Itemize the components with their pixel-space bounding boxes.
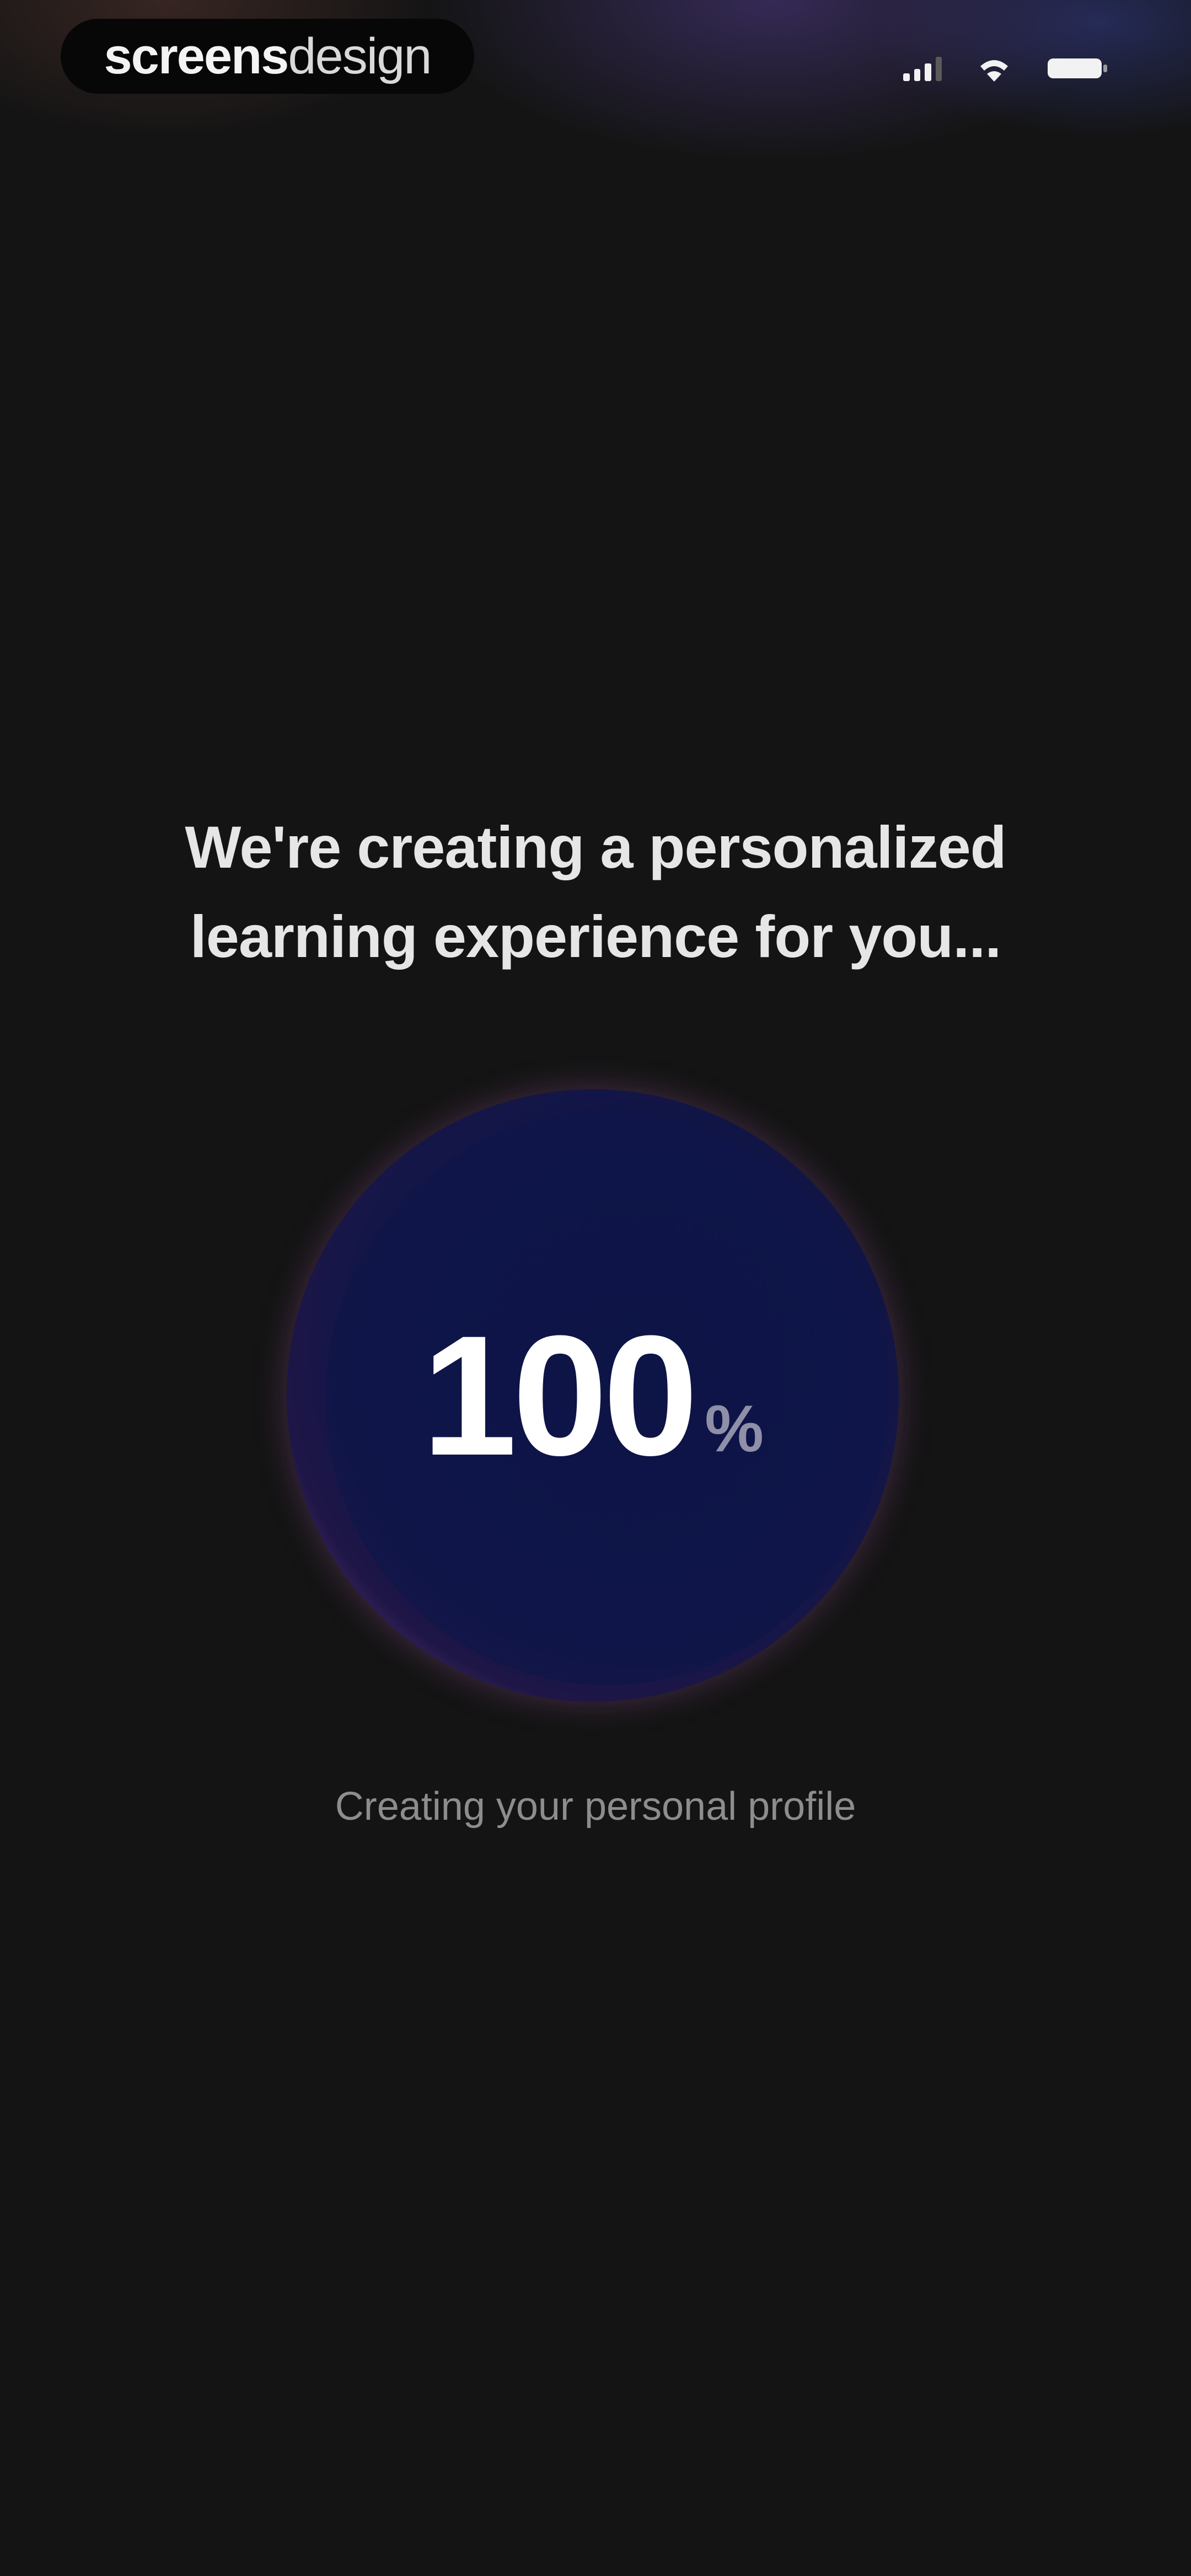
progress-orb: 100 %: [287, 1089, 899, 1702]
progress-value: 100: [422, 1300, 698, 1491]
headline: We're creating a personalized learning e…: [185, 814, 1006, 970]
watermark-logo: screens design: [61, 19, 474, 94]
progress-unit: %: [705, 1392, 764, 1466]
status-text: Creating your personal profile: [335, 1784, 856, 1829]
signal-icon: [903, 56, 942, 81]
status-bar: [903, 46, 1108, 90]
wifi-icon: [980, 60, 1008, 82]
battery-icon: [1048, 58, 1107, 78]
progress-readout: 100 %: [287, 1089, 899, 1702]
loading-screen: screens design We're creating a personali…: [0, 0, 1191, 2576]
watermark-part-1: screens: [104, 28, 289, 84]
watermark-part-2: design: [288, 28, 432, 84]
